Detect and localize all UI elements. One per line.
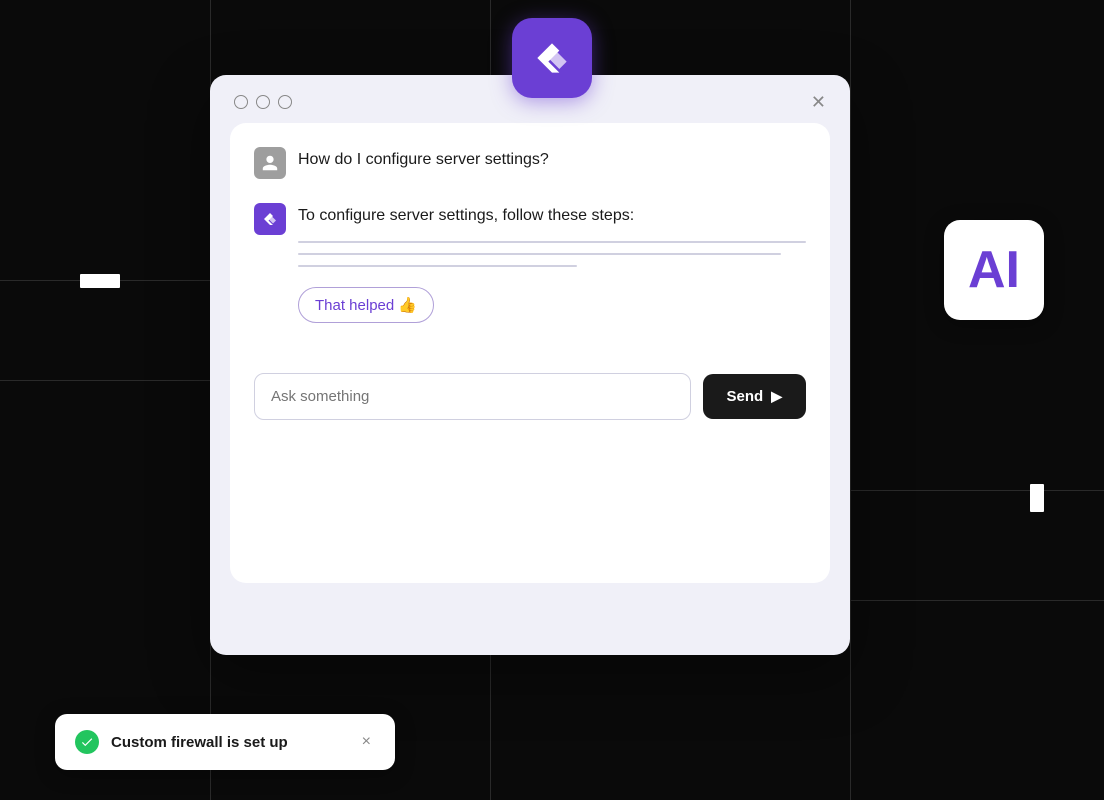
app-window: ✕ How do I configure server settings? To… [210,75,850,655]
user-avatar [254,147,286,179]
logo-icon [530,36,574,80]
window-controls [234,95,292,109]
window-dot-2 [256,95,270,109]
window-dot-1 [234,95,248,109]
window-dot-3 [278,95,292,109]
send-button[interactable]: Send ▶ [703,374,806,419]
window-close-button[interactable]: ✕ [811,93,826,111]
suggestion-pill[interactable]: That helped 👍 [298,287,434,323]
toast-message: Custom firewall is set up [111,734,346,751]
ai-avatar [254,203,286,235]
skeleton-line-3 [298,265,577,267]
chat-container: How do I configure server settings? To c… [230,123,830,583]
input-area: Send ▶ [254,373,806,420]
toast-notification: Custom firewall is set up × [55,714,395,770]
send-label: Send [727,388,764,405]
app-logo-badge [512,18,592,98]
ai-message: To configure server settings, follow the… [254,203,806,353]
chat-input[interactable] [254,373,691,420]
user-message-text: How do I configure server settings? [298,147,549,169]
ai-content: To configure server settings, follow the… [298,203,806,353]
ai-badge: AI [944,220,1044,320]
send-icon: ▶ [771,388,782,405]
skeleton-line-1 [298,241,806,243]
user-message: How do I configure server settings? [254,147,806,179]
skeleton-lines [298,241,806,267]
toast-close-button[interactable]: × [358,733,375,751]
skeleton-line-2 [298,253,781,255]
ai-intro-text: To configure server settings, follow the… [298,203,806,225]
ai-badge-text: AI [968,244,1020,296]
toast-check-icon [75,730,99,754]
